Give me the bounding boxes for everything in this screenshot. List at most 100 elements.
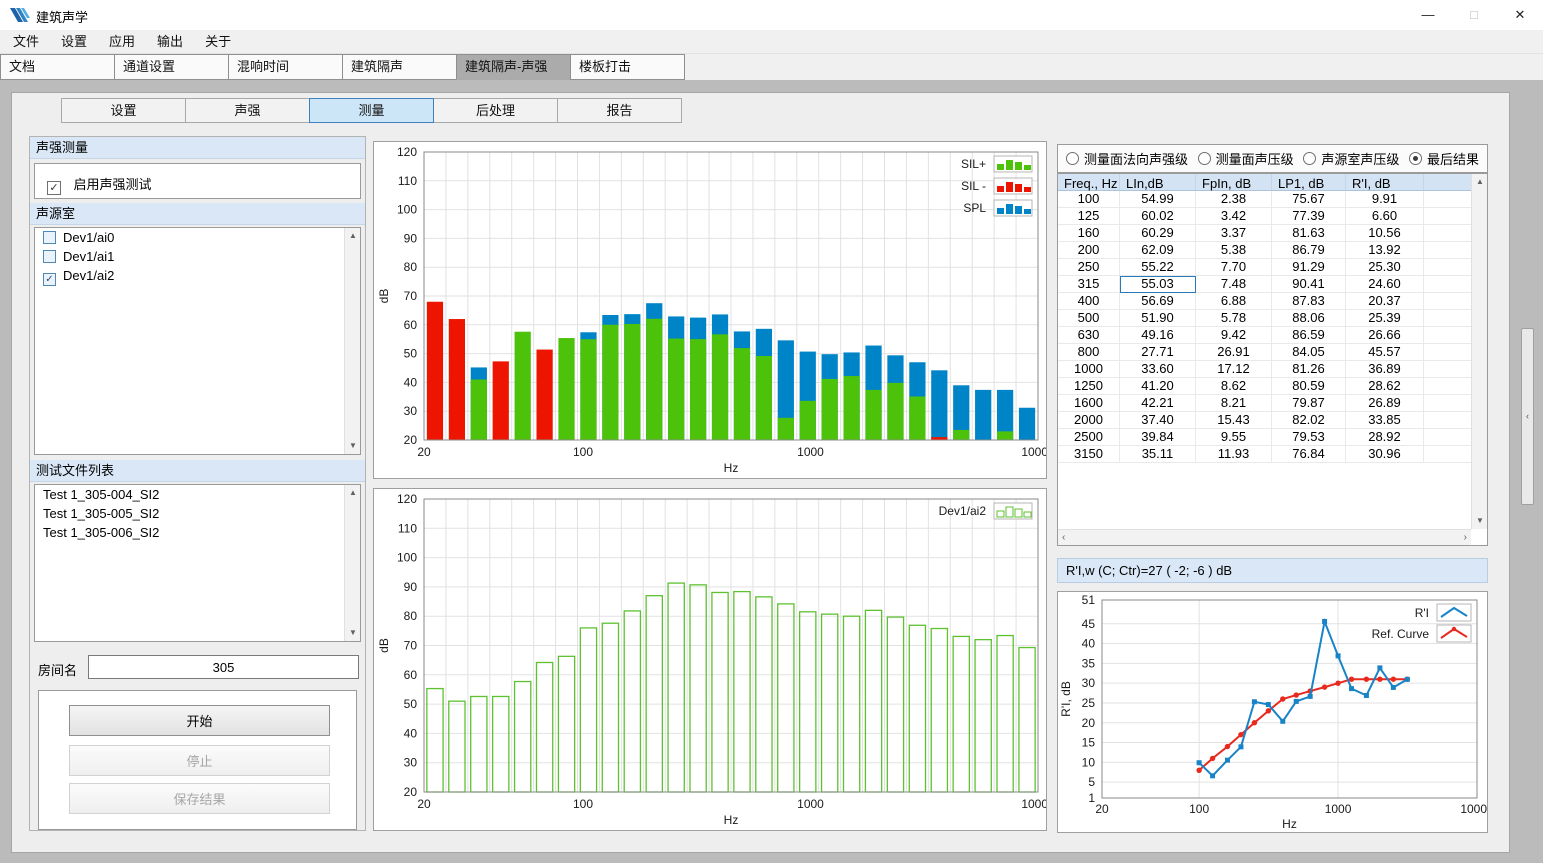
legend-item[interactable]: SIL - (961, 178, 1032, 194)
close-button[interactable]: ✕ (1497, 0, 1543, 30)
table-cell[interactable]: 62.09 (1120, 242, 1196, 259)
table-cell[interactable]: 500 (1058, 310, 1120, 327)
menu-item-3[interactable]: 应用 (98, 30, 146, 53)
stop-button[interactable]: 停止 (69, 745, 330, 776)
table-cell[interactable]: 315 (1058, 276, 1120, 293)
scroll-down-icon[interactable]: ▼ (345, 625, 361, 641)
table-cell[interactable]: 56.69 (1120, 293, 1196, 310)
subtab-3[interactable]: 测量 (309, 98, 434, 123)
table-cell[interactable]: 33.60 (1120, 361, 1196, 378)
table-cell[interactable]: 76.84 (1272, 446, 1346, 463)
table-cell[interactable]: 630 (1058, 327, 1120, 344)
table-cell[interactable]: 26.89 (1346, 395, 1424, 412)
table-cell[interactable]: 3.37 (1196, 225, 1272, 242)
table-cell[interactable]: 2000 (1058, 412, 1120, 429)
legend-item[interactable]: R'I (1415, 604, 1471, 621)
table-cell[interactable]: 1000 (1058, 361, 1120, 378)
main-tab-4[interactable]: 建筑隔声 (342, 54, 457, 80)
device-item[interactable]: ✓Dev1/ai2 (35, 266, 360, 287)
table-cell[interactable]: 26.66 (1346, 327, 1424, 344)
room-name-input[interactable] (88, 655, 359, 679)
table-header-cell[interactable]: LIn,dB (1120, 174, 1196, 191)
collapse-panel-button[interactable]: ‹ (1521, 328, 1534, 505)
table-cell[interactable]: 30.96 (1346, 446, 1424, 463)
table-cell[interactable]: 42.21 (1120, 395, 1196, 412)
file-item[interactable]: Test 1_305-004_SI2 (35, 485, 360, 504)
table-cell[interactable]: 87.83 (1272, 293, 1346, 310)
table-cell[interactable]: 10.56 (1346, 225, 1424, 242)
table-cell[interactable]: 28.62 (1346, 378, 1424, 395)
table-cell[interactable]: 20.37 (1346, 293, 1424, 310)
table-cell[interactable]: 60.02 (1120, 208, 1196, 225)
table-cell[interactable]: 8.21 (1196, 395, 1272, 412)
file-item[interactable]: Test 1_305-005_SI2 (35, 504, 360, 523)
radio-option[interactable]: 最后结果 (1409, 149, 1479, 168)
table-vscrollbar[interactable]: ▲▼ (1471, 174, 1487, 529)
menu-item-5[interactable]: 关于 (194, 30, 242, 53)
legend-item[interactable]: Dev1/ai2 (939, 503, 1032, 519)
table-cell[interactable]: 1600 (1058, 395, 1120, 412)
file-list-scrollbar[interactable]: ▲▼ (344, 485, 360, 641)
table-cell[interactable]: 41.20 (1120, 378, 1196, 395)
table-cell[interactable]: 33.85 (1346, 412, 1424, 429)
table-cell[interactable]: 3.42 (1196, 208, 1272, 225)
table-cell[interactable]: 11.93 (1196, 446, 1272, 463)
table-cell[interactable]: 84.05 (1272, 344, 1346, 361)
table-cell[interactable]: 800 (1058, 344, 1120, 361)
scroll-right-icon[interactable]: › (1464, 530, 1467, 545)
subtab-4[interactable]: 后处理 (433, 98, 558, 123)
table-cell[interactable]: 100 (1058, 191, 1120, 208)
maximize-button[interactable]: □ (1451, 0, 1497, 30)
table-cell[interactable]: 79.53 (1272, 429, 1346, 446)
table-cell[interactable]: 13.92 (1346, 242, 1424, 259)
table-cell[interactable]: 35.11 (1120, 446, 1196, 463)
menu-item-2[interactable]: 设置 (50, 30, 98, 53)
table-cell[interactable]: 55.22 (1120, 259, 1196, 276)
table-cell[interactable]: 51.90 (1120, 310, 1196, 327)
table-header-cell[interactable]: R'I, dB (1346, 174, 1424, 191)
table-cell[interactable]: 39.84 (1120, 429, 1196, 446)
table-cell[interactable]: 7.48 (1196, 276, 1272, 293)
device-checkbox[interactable] (43, 250, 56, 263)
radio-option[interactable]: 声源室声压级 (1303, 149, 1399, 168)
table-cell[interactable]: 5.38 (1196, 242, 1272, 259)
table-header-cell[interactable]: LP1, dB (1272, 174, 1346, 191)
table-cell[interactable]: 36.89 (1346, 361, 1424, 378)
table-cell[interactable]: 77.39 (1272, 208, 1346, 225)
legend-item[interactable]: Ref. Curve (1372, 625, 1471, 642)
table-cell[interactable]: 81.26 (1272, 361, 1346, 378)
main-tab-3[interactable]: 混响时间 (228, 54, 343, 80)
table-cell[interactable]: 6.88 (1196, 293, 1272, 310)
table-cell[interactable]: 55.03 (1120, 276, 1196, 293)
table-cell[interactable]: 75.67 (1272, 191, 1346, 208)
table-cell[interactable]: 9.42 (1196, 327, 1272, 344)
table-cell[interactable]: 79.87 (1272, 395, 1346, 412)
table-cell[interactable]: 2.38 (1196, 191, 1272, 208)
start-button[interactable]: 开始 (69, 705, 330, 736)
radio-icon[interactable] (1303, 152, 1316, 165)
scroll-up-icon[interactable]: ▲ (345, 228, 361, 244)
main-tab-5[interactable]: 建筑隔声-声强 (456, 54, 571, 80)
table-cell[interactable]: 1250 (1058, 378, 1120, 395)
radio-option[interactable]: 测量面声压级 (1198, 149, 1294, 168)
device-item[interactable]: Dev1/ai1 (35, 247, 360, 266)
table-cell[interactable]: 28.92 (1346, 429, 1424, 446)
menu-item-4[interactable]: 输出 (146, 30, 194, 53)
scroll-down-icon[interactable]: ▼ (345, 438, 361, 454)
table-hscrollbar[interactable]: ‹› (1058, 529, 1471, 545)
main-tab-1[interactable]: 文档 (0, 54, 115, 80)
table-cell[interactable]: 5.78 (1196, 310, 1272, 327)
table-cell[interactable]: 86.79 (1272, 242, 1346, 259)
table-cell[interactable]: 6.60 (1346, 208, 1424, 225)
table-cell[interactable]: 54.99 (1120, 191, 1196, 208)
table-cell[interactable]: 60.29 (1120, 225, 1196, 242)
subtab-2[interactable]: 声强 (185, 98, 310, 123)
table-cell[interactable]: 8.62 (1196, 378, 1272, 395)
table-cell[interactable]: 80.59 (1272, 378, 1346, 395)
device-checkbox[interactable]: ✓ (43, 273, 56, 286)
table-cell[interactable]: 9.91 (1346, 191, 1424, 208)
radio-icon[interactable] (1409, 152, 1422, 165)
table-cell[interactable]: 7.70 (1196, 259, 1272, 276)
device-checkbox[interactable] (43, 231, 56, 244)
table-cell[interactable]: 26.91 (1196, 344, 1272, 361)
